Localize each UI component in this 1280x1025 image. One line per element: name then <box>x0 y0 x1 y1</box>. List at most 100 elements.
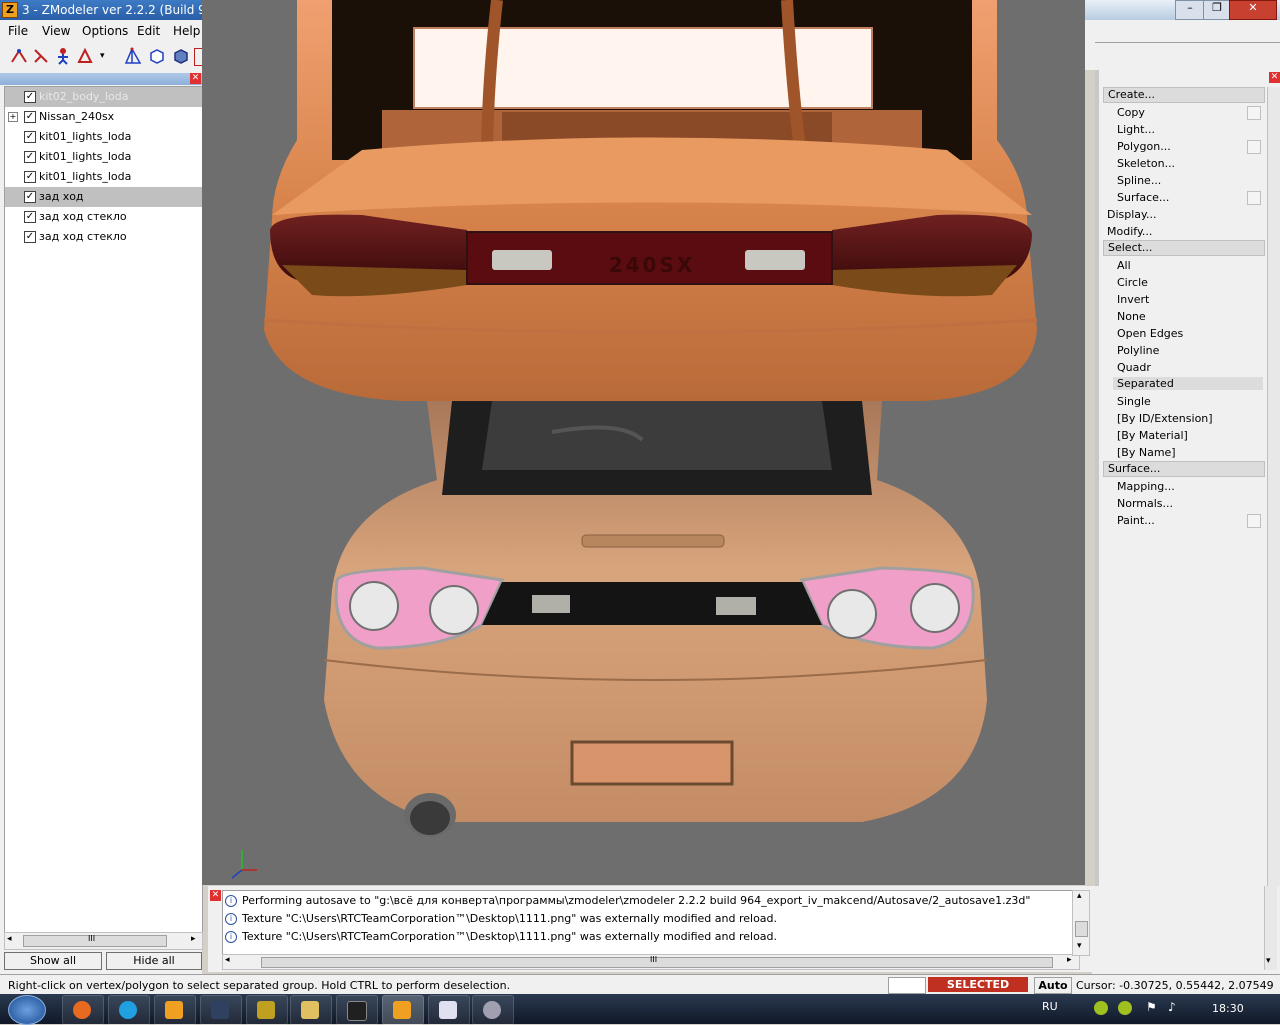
cube-view-icon[interactable] <box>148 47 166 65</box>
select-open-edges[interactable]: Open Edges <box>1117 327 1183 340</box>
select-circle[interactable]: Circle <box>1117 276 1148 289</box>
tree-horizontal-scrollbar[interactable]: ◂ III ▸ <box>4 932 203 950</box>
start-button-icon[interactable] <box>8 995 46 1025</box>
menu-options[interactable]: Options <box>82 24 128 38</box>
tree-item[interactable]: ✓ kit01_lights_loda <box>5 147 202 167</box>
tray-icon[interactable] <box>1094 1001 1108 1015</box>
select-edge-tool-icon[interactable] <box>32 47 50 65</box>
select-all[interactable]: All <box>1117 259 1131 272</box>
scroll-up-icon[interactable]: ▴ <box>1077 891 1082 901</box>
clock[interactable]: 18:30 <box>1212 1002 1244 1015</box>
viewport-splitter[interactable] <box>1085 0 1095 885</box>
visibility-checkbox[interactable]: ✓ <box>24 91 36 103</box>
move-tool-icon[interactable] <box>76 47 94 65</box>
paint-options-box[interactable] <box>1247 514 1261 528</box>
create-light[interactable]: Light... <box>1117 123 1155 136</box>
select-by-name[interactable]: [By Name] <box>1117 446 1176 459</box>
auto-mode-toggle[interactable]: Auto <box>1034 977 1072 994</box>
taskbar-app[interactable] <box>200 995 242 1025</box>
taskbar-skype[interactable] <box>108 995 150 1025</box>
log-vertical-scrollbar[interactable]: ▴ ▾ <box>1072 890 1090 956</box>
copy-options-box[interactable] <box>1247 106 1261 120</box>
create-polygon[interactable]: Polygon... <box>1117 140 1171 153</box>
tree-item[interactable]: + ✓ Nissan_240sx <box>5 107 202 127</box>
create-skeleton[interactable]: Skeleton... <box>1117 157 1175 170</box>
panel-scrollbar[interactable] <box>1267 87 1280 967</box>
close-button[interactable]: ✕ <box>1229 0 1277 20</box>
show-all-button[interactable]: Show all <box>4 952 102 970</box>
scroll-right-icon[interactable]: ▸ <box>1067 955 1072 965</box>
close-panel-icon[interactable]: ✕ <box>190 73 201 84</box>
create-spline[interactable]: Spline... <box>1117 174 1161 187</box>
taskbar-media-player[interactable] <box>154 995 196 1025</box>
maximize-button[interactable]: ❐ <box>1203 0 1231 20</box>
language-indicator[interactable]: RU <box>1042 1000 1058 1013</box>
select-by-id[interactable]: [By ID/Extension] <box>1117 412 1213 425</box>
select-object-tool-icon[interactable] <box>54 47 72 65</box>
select-by-material[interactable]: [By Material] <box>1117 429 1188 442</box>
scroll-down-icon[interactable]: ▾ <box>1077 941 1082 951</box>
surface-normals[interactable]: Normals... <box>1117 497 1173 510</box>
scroll-thumb[interactable]: III <box>23 934 167 947</box>
selected-mode-badge[interactable]: SELECTED MODE <box>928 977 1028 1006</box>
select-vertex-tool-icon[interactable] <box>10 47 28 65</box>
tree-item[interactable]: ✓ kit01_lights_loda <box>5 167 202 187</box>
taskbar-sms[interactable] <box>428 995 470 1025</box>
tree-item[interactable]: ✓ зад ход стекло <box>5 227 202 247</box>
select-quadr[interactable]: Quadr <box>1117 361 1151 374</box>
display-section[interactable]: Display... <box>1107 208 1156 221</box>
taskbar-app[interactable] <box>472 995 514 1025</box>
visibility-checkbox[interactable]: ✓ <box>24 231 36 243</box>
taskbar-explorer[interactable] <box>290 995 332 1025</box>
volume-icon[interactable]: ♪ <box>1168 1000 1176 1014</box>
3d-viewport[interactable]: 240SX <box>202 0 1092 885</box>
scroll-down-icon[interactable]: ▾ <box>1266 956 1271 966</box>
mesh-tool-icon[interactable] <box>124 47 142 65</box>
select-polyline[interactable]: Polyline <box>1117 344 1159 357</box>
menu-help[interactable]: Help <box>173 24 200 38</box>
cube-solid-icon[interactable] <box>172 47 190 65</box>
visibility-checkbox[interactable]: ✓ <box>24 131 36 143</box>
scroll-thumb[interactable]: III <box>261 955 1053 968</box>
visibility-checkbox[interactable]: ✓ <box>24 171 36 183</box>
modify-section[interactable]: Modify... <box>1107 225 1152 238</box>
taskbar-firefox[interactable] <box>62 995 104 1025</box>
scroll-right-icon[interactable]: ▸ <box>191 934 196 944</box>
visibility-checkbox[interactable]: ✓ <box>24 191 36 203</box>
tree-item[interactable]: ✓ зад ход <box>5 187 202 207</box>
menu-file[interactable]: File <box>8 24 28 38</box>
visibility-checkbox[interactable]: ✓ <box>24 151 36 163</box>
scroll-thumb[interactable] <box>1075 921 1088 937</box>
select-separated[interactable]: Separated <box>1113 377 1263 390</box>
close-log-icon[interactable]: ✕ <box>210 890 221 901</box>
scroll-left-icon[interactable]: ◂ <box>225 955 230 965</box>
tree-item[interactable]: ✓ зад ход стекло <box>5 207 202 227</box>
network-icon[interactable]: ⚑ <box>1146 1000 1157 1014</box>
surface-options-box[interactable] <box>1247 191 1261 205</box>
visibility-checkbox[interactable]: ✓ <box>24 111 36 123</box>
minimize-button[interactable]: – <box>1175 0 1205 20</box>
taskbar-rockstar[interactable] <box>336 995 378 1025</box>
create-section[interactable]: Create... <box>1103 87 1265 103</box>
taskbar-zmodeler[interactable] <box>382 995 424 1025</box>
panel-scrollbar-end[interactable]: ▾ <box>1264 886 1277 970</box>
menu-view[interactable]: View <box>42 24 70 38</box>
select-invert[interactable]: Invert <box>1117 293 1149 306</box>
surface-paint[interactable]: Paint... <box>1117 514 1155 527</box>
tree-item[interactable]: ✓ kit02_body_loda <box>5 87 202 107</box>
expand-plus-icon[interactable]: + <box>8 112 18 122</box>
hide-all-button[interactable]: Hide all <box>106 952 202 970</box>
polygon-options-box[interactable] <box>1247 140 1261 154</box>
dropdown-arrow-icon[interactable]: ▾ <box>100 47 118 65</box>
surface-section[interactable]: Surface... <box>1103 461 1265 477</box>
tree-item[interactable]: ✓ kit01_lights_loda <box>5 127 202 147</box>
create-surface[interactable]: Surface... <box>1117 191 1169 204</box>
select-none[interactable]: None <box>1117 310 1146 323</box>
taskbar-app[interactable] <box>246 995 288 1025</box>
tray-icon[interactable] <box>1118 1001 1132 1015</box>
close-panel-icon[interactable]: ✕ <box>1269 72 1280 83</box>
scroll-left-icon[interactable]: ◂ <box>7 934 12 944</box>
menu-edit[interactable]: Edit <box>137 24 160 38</box>
log-horizontal-scrollbar[interactable]: ◂ III ▸ <box>222 954 1080 970</box>
surface-mapping[interactable]: Mapping... <box>1117 480 1175 493</box>
